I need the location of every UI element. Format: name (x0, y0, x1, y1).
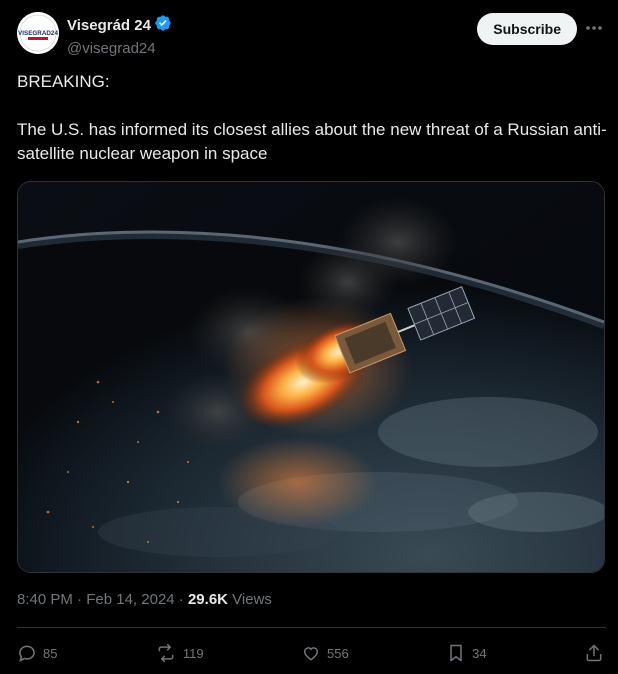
bookmark-icon (446, 643, 466, 663)
repost-button[interactable]: 119 (155, 643, 204, 663)
verified-badge-icon (154, 14, 172, 37)
repost-icon (155, 643, 177, 663)
post-time[interactable]: 8:40 PM (17, 591, 73, 608)
author-display-name[interactable]: Visegrád 24 (67, 17, 151, 34)
post-text: BREAKING: The U.S. has informed its clos… (17, 70, 607, 166)
post-text-line-breaking: BREAKING: (17, 72, 110, 91)
avatar[interactable]: VISEGRAD24 (17, 12, 59, 54)
satellite-explosion-image (18, 182, 604, 572)
like-count: 556 (327, 645, 349, 661)
avatar-logo-text: VISEGRAD24 (18, 30, 58, 37)
action-bar: 85 119 556 34 (17, 640, 604, 666)
post-header: VISEGRAD24 Visegrád 24 @visegrad24 Subsc… (17, 12, 604, 57)
like-button[interactable]: 556 (301, 643, 349, 663)
views-count[interactable]: 29.6K (188, 591, 228, 608)
reply-button[interactable]: 85 (17, 643, 57, 663)
subscribe-button[interactable]: Subscribe (477, 13, 577, 45)
share-icon (584, 643, 604, 663)
author-handle[interactable]: @visegrad24 (67, 40, 172, 57)
bookmark-count: 34 (472, 645, 487, 661)
post-text-line-main: The U.S. has informed its closest allies… (17, 120, 607, 163)
heart-icon (301, 643, 321, 663)
bookmark-button[interactable]: 34 (446, 643, 487, 663)
reply-count: 85 (43, 645, 58, 661)
views-label: Views (228, 591, 272, 608)
post-meta: 8:40 PM · Feb 14, 2024 · 29.6K Views (17, 591, 272, 608)
meta-separator: · (174, 591, 188, 608)
reply-icon (17, 643, 37, 663)
share-button[interactable] (584, 643, 604, 663)
author-names: Visegrád 24 @visegrad24 (67, 14, 172, 57)
post-date[interactable]: Feb 14, 2024 (86, 591, 174, 608)
divider (17, 627, 606, 628)
repost-count: 119 (182, 645, 204, 661)
post-image[interactable] (17, 181, 605, 573)
meta-separator: · (72, 591, 87, 608)
more-icon[interactable] (584, 20, 604, 36)
